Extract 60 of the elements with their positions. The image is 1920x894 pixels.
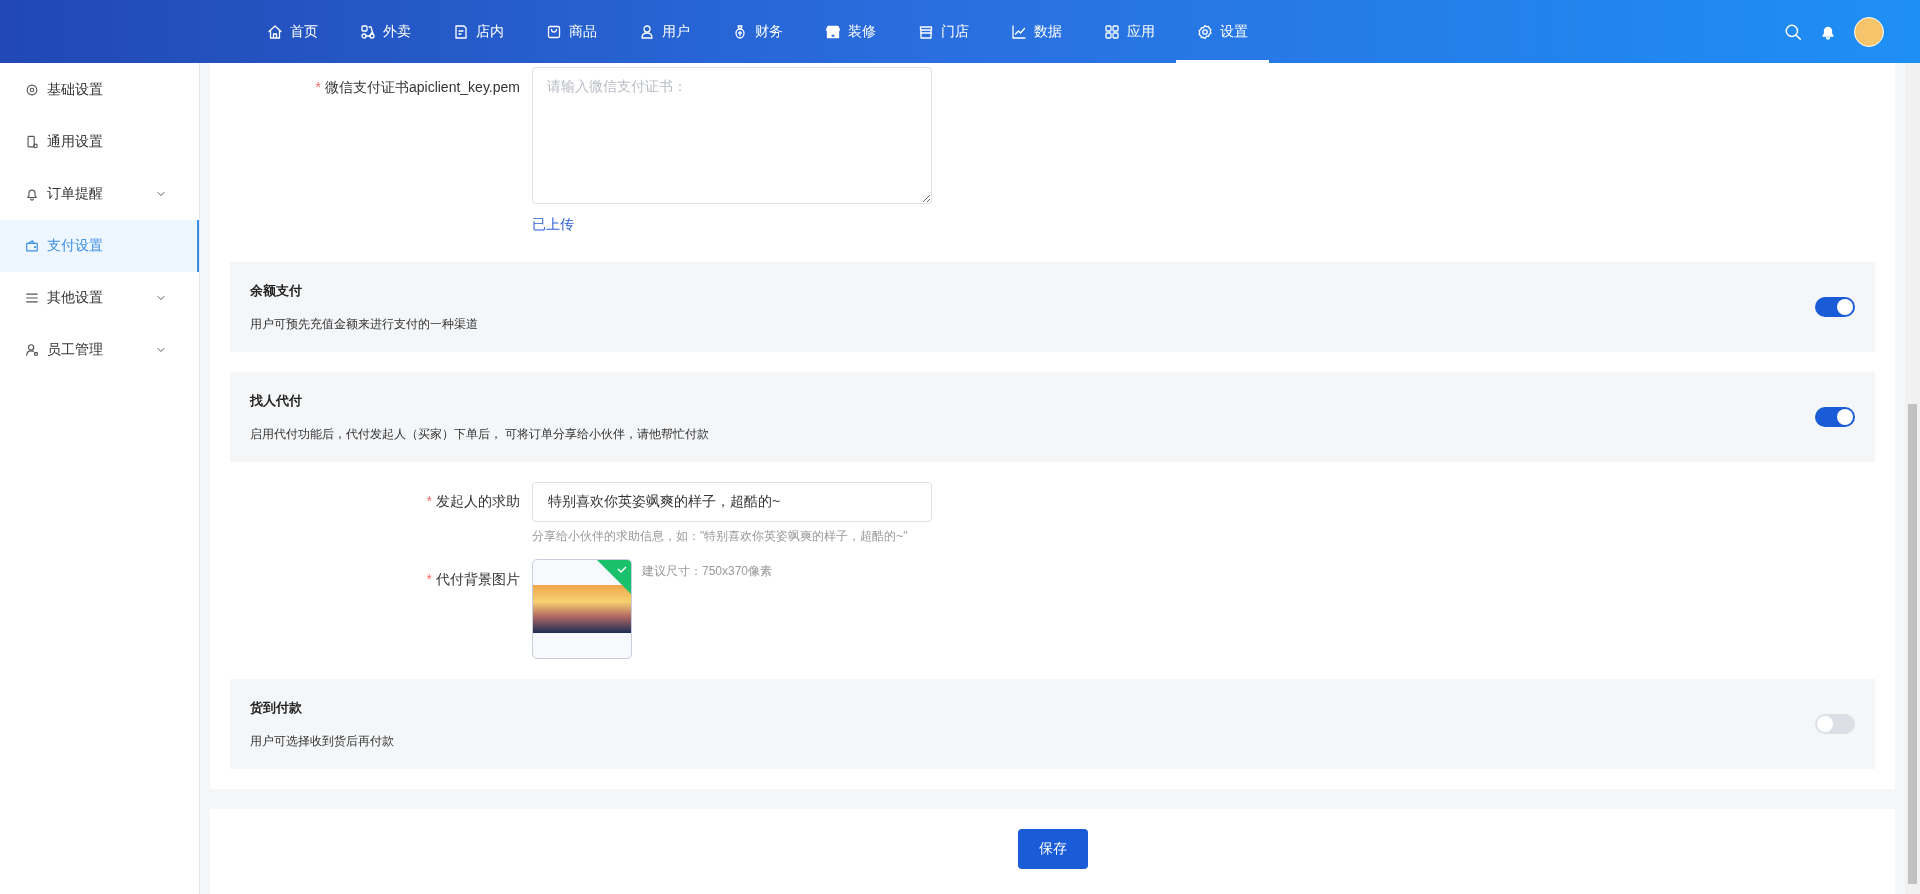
- sidebar-item[interactable]: 其他设置: [0, 272, 199, 324]
- nav-tab[interactable]: 外卖: [339, 0, 432, 63]
- nav-tab[interactable]: 商品: [525, 0, 618, 63]
- section-description: 用户可选择收到货后再付款: [250, 732, 394, 750]
- field-label: 发起人的求助: [436, 493, 520, 509]
- phone-icon: [25, 135, 39, 149]
- user-icon: [639, 23, 655, 40]
- sidebar-item[interactable]: 支付设置: [0, 220, 199, 272]
- uploaded-check-icon: [597, 560, 631, 594]
- section-title: 余额支付: [250, 281, 303, 300]
- toggle-switch[interactable]: [1815, 407, 1855, 427]
- settings-icon: [1197, 23, 1213, 40]
- money-bag-icon: [732, 23, 748, 40]
- list-icon: [25, 291, 39, 305]
- nav-tab[interactable]: 门店: [897, 0, 990, 63]
- nav-tab[interactable]: 应用: [1083, 0, 1176, 63]
- document-icon: [453, 23, 469, 40]
- required-asterisk: *: [426, 493, 432, 509]
- bag-icon: [546, 23, 562, 40]
- scrollbar-thumb[interactable]: [1908, 404, 1917, 884]
- sidebar-item[interactable]: 通用设置: [0, 116, 199, 168]
- toggle-switch[interactable]: [1815, 714, 1855, 734]
- field-label: 代付背景图片: [436, 571, 520, 587]
- sidebar-item[interactable]: 员工管理: [0, 324, 199, 376]
- sidebar-item[interactable]: 订单提醒: [0, 168, 199, 220]
- nav-tab[interactable]: 店内: [432, 0, 525, 63]
- required-asterisk: *: [426, 571, 432, 587]
- grid-icon: [1104, 23, 1120, 40]
- save-button[interactable]: 保存: [1017, 829, 1088, 869]
- toggle-switch[interactable]: [1815, 297, 1855, 317]
- search-icon: [1784, 22, 1802, 41]
- nav-tab[interactable]: 首页: [246, 0, 339, 63]
- text-field[interactable]: 特别喜欢你英姿飒爽的样子，超酷的~: [532, 482, 932, 522]
- wallet-icon: [25, 239, 39, 253]
- shop-icon: [918, 23, 934, 40]
- line-chart-icon: [1011, 23, 1027, 40]
- sidebar-item[interactable]: 基础设置: [0, 64, 199, 116]
- field-hint: 分享给小伙伴的求助信息，如："特别喜欢你英姿飒爽的样子，超酷的~": [532, 528, 908, 545]
- user-icon: [25, 343, 39, 357]
- section-title: 货到付款: [250, 698, 303, 717]
- field-label: 微信支付证书apiclient_key.pem: [324, 79, 520, 95]
- bell-icon: [25, 187, 39, 201]
- search-button[interactable]: [1784, 22, 1802, 41]
- scooter-icon: [360, 23, 376, 40]
- nav-tab[interactable]: 财务: [711, 0, 804, 63]
- image-upload-box[interactable]: [532, 559, 632, 659]
- nav-tab[interactable]: 装修: [804, 0, 897, 63]
- gear-icon: [25, 83, 39, 97]
- size-hint: 建议尺寸：750x370像素: [642, 563, 773, 580]
- section-description: 启用代付功能后，代付发起人（买家）下单后， 可将订单分享给小伙伴，请他帮忙付款: [250, 425, 710, 443]
- nav-tab[interactable]: 数据: [990, 0, 1083, 63]
- avatar[interactable]: [1854, 16, 1884, 47]
- section-description: 用户可预先充值金额来进行支付的一种渠道: [250, 315, 478, 333]
- storefront-icon: [825, 23, 841, 40]
- required-asterisk: *: [315, 79, 321, 95]
- nav-tab[interactable]: 用户: [618, 0, 711, 63]
- home-icon: [267, 23, 283, 40]
- section-title: 找人代付: [250, 391, 303, 410]
- upload-status-link[interactable]: 已上传: [532, 216, 574, 234]
- certificate-textarea[interactable]: 请输入微信支付证书：: [532, 67, 932, 204]
